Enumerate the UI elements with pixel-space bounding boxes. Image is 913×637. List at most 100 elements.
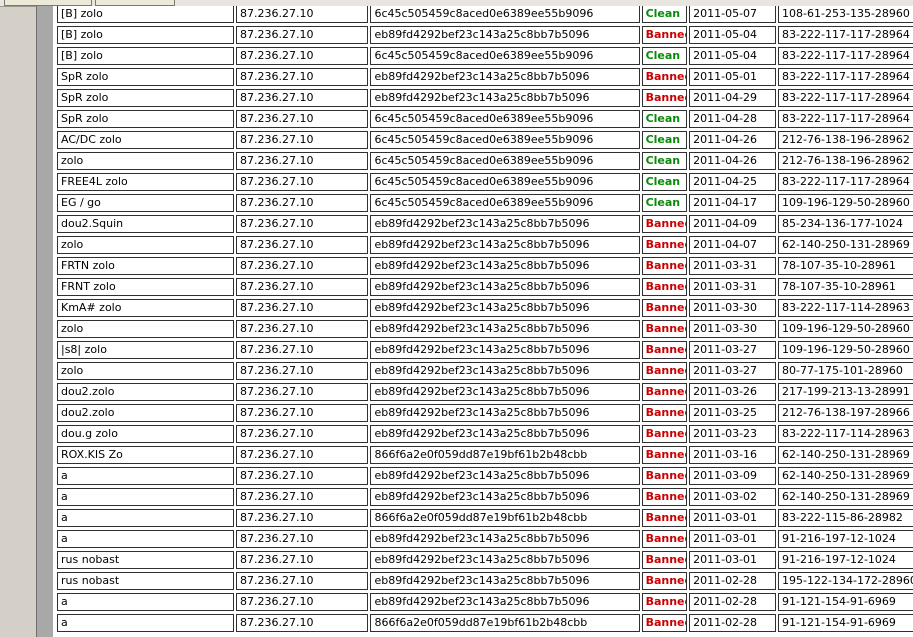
status-cell: Banned: [641, 593, 688, 611]
connection-cell: 83-222-117-117-28964: [778, 68, 913, 86]
status-cell: Banned: [641, 362, 688, 380]
table-row[interactable]: a 87.236.27.10 866f6a2e0f059dd87e19bf61b2b…: [57, 509, 913, 527]
table-row[interactable]: a 87.236.27.10 eb89fd4292bef23c143a25c8bb7…: [57, 530, 913, 548]
table-row[interactable]: dou2.Squin 87.236.27.10 eb89fd4292bef23c14…: [57, 215, 913, 233]
table-row[interactable]: zolo 87.236.27.10 eb89fd4292bef23c143a25c8…: [57, 320, 913, 338]
table-row[interactable]: dou2.zolo 87.236.27.10 eb89fd4292bef23c143…: [57, 383, 913, 401]
table-row[interactable]: EG / go 87.236.27.10 6c45c505459c8aced0e63…: [57, 194, 913, 212]
server-ip-cell: 87.236.27.10: [235, 509, 369, 527]
date-cell: 2011-03-23: [689, 425, 777, 443]
connection-cell: 91-121-154-91-6969: [778, 614, 913, 632]
table-row[interactable]: a 87.236.27.10 eb89fd4292bef23c143a25c8bb7…: [57, 467, 913, 485]
date-cell: 2011-02-28: [689, 593, 777, 611]
status-cell: Banned: [641, 341, 688, 359]
server-ip-cell: 87.236.27.10: [235, 257, 369, 275]
left-scroll-gutter[interactable]: [36, 6, 54, 637]
status-cell: Banned: [641, 404, 688, 422]
table-row[interactable]: FREE4L zolo 87.236.27.10 6c45c505459c8aced…: [57, 173, 913, 191]
player-name-cell: dou2.zolo: [57, 404, 234, 422]
date-cell: 2011-05-07: [689, 6, 777, 23]
status-cell: Banned: [641, 26, 688, 44]
ban-list-panel[interactable]: [B] zolo 87.236.27.10 6c45c505459c8aced0e6…: [57, 6, 913, 637]
server-ip-cell: 87.236.27.10: [235, 425, 369, 443]
status-cell: Banned: [641, 509, 688, 527]
table-row[interactable]: AC/DC zolo 87.236.27.10 6c45c505459c8aced0…: [57, 131, 913, 149]
connection-cell: 80-77-175-101-28960: [778, 362, 913, 380]
table-row[interactable]: SpR zolo 87.236.27.10 eb89fd4292bef23c143a…: [57, 68, 913, 86]
table-row[interactable]: rus nobast 87.236.27.10 eb89fd4292bef23c14…: [57, 551, 913, 569]
status-cell: Banned: [641, 257, 688, 275]
server-ip-cell: 87.236.27.10: [235, 89, 369, 107]
guid-hash-cell: eb89fd4292bef23c143a25c8bb7b5096: [370, 467, 640, 485]
date-cell: 2011-04-26: [689, 152, 777, 170]
status-cell: Banned: [641, 488, 688, 506]
ban-table-body: [B] zolo 87.236.27.10 6c45c505459c8aced0e6…: [57, 6, 913, 632]
guid-hash-cell: eb89fd4292bef23c143a25c8bb7b5096: [370, 299, 640, 317]
player-name-cell: a: [57, 593, 234, 611]
table-row[interactable]: [B] zolo 87.236.27.10 6c45c505459c8aced0e6…: [57, 6, 913, 23]
connection-cell: 108-61-253-135-28960: [778, 6, 913, 23]
table-row[interactable]: zolo 87.236.27.10 eb89fd4292bef23c143a25c8…: [57, 236, 913, 254]
guid-hash-cell: eb89fd4292bef23c143a25c8bb7b5096: [370, 362, 640, 380]
table-row[interactable]: SpR zolo 87.236.27.10 6c45c505459c8aced0e6…: [57, 110, 913, 128]
table-row[interactable]: KmA# zolo 87.236.27.10 eb89fd4292bef23c143…: [57, 299, 913, 317]
date-cell: 2011-02-28: [689, 572, 777, 590]
guid-hash-cell: eb89fd4292bef23c143a25c8bb7b5096: [370, 383, 640, 401]
table-row[interactable]: dou.g zolo 87.236.27.10 eb89fd4292bef23c14…: [57, 425, 913, 443]
player-name-cell: EG / go: [57, 194, 234, 212]
server-ip-cell: 87.236.27.10: [235, 110, 369, 128]
server-ip-cell: 87.236.27.10: [235, 215, 369, 233]
status-cell: Banned: [641, 572, 688, 590]
server-ip-cell: 87.236.27.10: [235, 530, 369, 548]
date-cell: 2011-04-17: [689, 194, 777, 212]
server-ip-cell: 87.236.27.10: [235, 194, 369, 212]
guid-hash-cell: 6c45c505459c8aced0e6389ee55b9096: [370, 47, 640, 65]
connection-cell: 85-234-136-177-1024: [778, 215, 913, 233]
table-row[interactable]: |s8| zolo 87.236.27.10 eb89fd4292bef23c143…: [57, 341, 913, 359]
server-ip-cell: 87.236.27.10: [235, 236, 369, 254]
status-cell: Banned: [641, 68, 688, 86]
server-ip-cell: 87.236.27.10: [235, 551, 369, 569]
table-row[interactable]: zolo 87.236.27.10 6c45c505459c8aced0e6389e…: [57, 152, 913, 170]
app-window: [B] zolo 87.236.27.10 6c45c505459c8aced0e6…: [0, 0, 913, 637]
table-row[interactable]: zolo 87.236.27.10 eb89fd4292bef23c143a25c8…: [57, 362, 913, 380]
connection-cell: 91-216-197-12-1024: [778, 530, 913, 548]
player-name-cell: KmA# zolo: [57, 299, 234, 317]
table-row[interactable]: [B] zolo 87.236.27.10 6c45c505459c8aced0e6…: [57, 47, 913, 65]
ban-table: [B] zolo 87.236.27.10 6c45c505459c8aced0e6…: [57, 6, 913, 635]
table-row[interactable]: FRTN zolo 87.236.27.10 eb89fd4292bef23c143…: [57, 257, 913, 275]
server-ip-cell: 87.236.27.10: [235, 131, 369, 149]
table-row[interactable]: ROX.KIS Zo 87.236.27.10 866f6a2e0f059dd87e…: [57, 446, 913, 464]
table-row[interactable]: [B] zolo 87.236.27.10 eb89fd4292bef23c143a…: [57, 26, 913, 44]
guid-hash-cell: eb89fd4292bef23c143a25c8bb7b5096: [370, 278, 640, 296]
player-name-cell: FRNT zolo: [57, 278, 234, 296]
connection-cell: 62-140-250-131-28969: [778, 467, 913, 485]
date-cell: 2011-05-04: [689, 26, 777, 44]
guid-hash-cell: 6c45c505459c8aced0e6389ee55b9096: [370, 194, 640, 212]
connection-cell: 83-222-117-117-28964: [778, 26, 913, 44]
connection-cell: 91-216-197-12-1024: [778, 551, 913, 569]
player-name-cell: ROX.KIS Zo: [57, 446, 234, 464]
guid-hash-cell: eb89fd4292bef23c143a25c8bb7b5096: [370, 425, 640, 443]
table-row[interactable]: a 87.236.27.10 eb89fd4292bef23c143a25c8bb7…: [57, 593, 913, 611]
guid-hash-cell: 6c45c505459c8aced0e6389ee55b9096: [370, 173, 640, 191]
player-name-cell: |s8| zolo: [57, 341, 234, 359]
guid-hash-cell: eb89fd4292bef23c143a25c8bb7b5096: [370, 236, 640, 254]
table-row[interactable]: FRNT zolo 87.236.27.10 eb89fd4292bef23c143…: [57, 278, 913, 296]
table-row[interactable]: a 87.236.27.10 866f6a2e0f059dd87e19bf61b2b…: [57, 614, 913, 632]
connection-cell: 83-222-117-117-28964: [778, 173, 913, 191]
date-cell: 2011-02-28: [689, 614, 777, 632]
date-cell: 2011-03-30: [689, 320, 777, 338]
server-ip-cell: 87.236.27.10: [235, 320, 369, 338]
table-row[interactable]: a 87.236.27.10 eb89fd4292bef23c143a25c8bb7…: [57, 488, 913, 506]
table-row[interactable]: SpR zolo 87.236.27.10 eb89fd4292bef23c143a…: [57, 89, 913, 107]
status-cell: Clean: [641, 6, 688, 23]
table-row[interactable]: dou2.zolo 87.236.27.10 eb89fd4292bef23c143…: [57, 404, 913, 422]
connection-cell: 212-76-138-197-28966: [778, 404, 913, 422]
date-cell: 2011-03-26: [689, 383, 777, 401]
status-cell: Banned: [641, 215, 688, 233]
status-cell: Clean: [641, 110, 688, 128]
table-row[interactable]: rus nobast 87.236.27.10 eb89fd4292bef23c14…: [57, 572, 913, 590]
guid-hash-cell: eb89fd4292bef23c143a25c8bb7b5096: [370, 257, 640, 275]
player-name-cell: a: [57, 467, 234, 485]
